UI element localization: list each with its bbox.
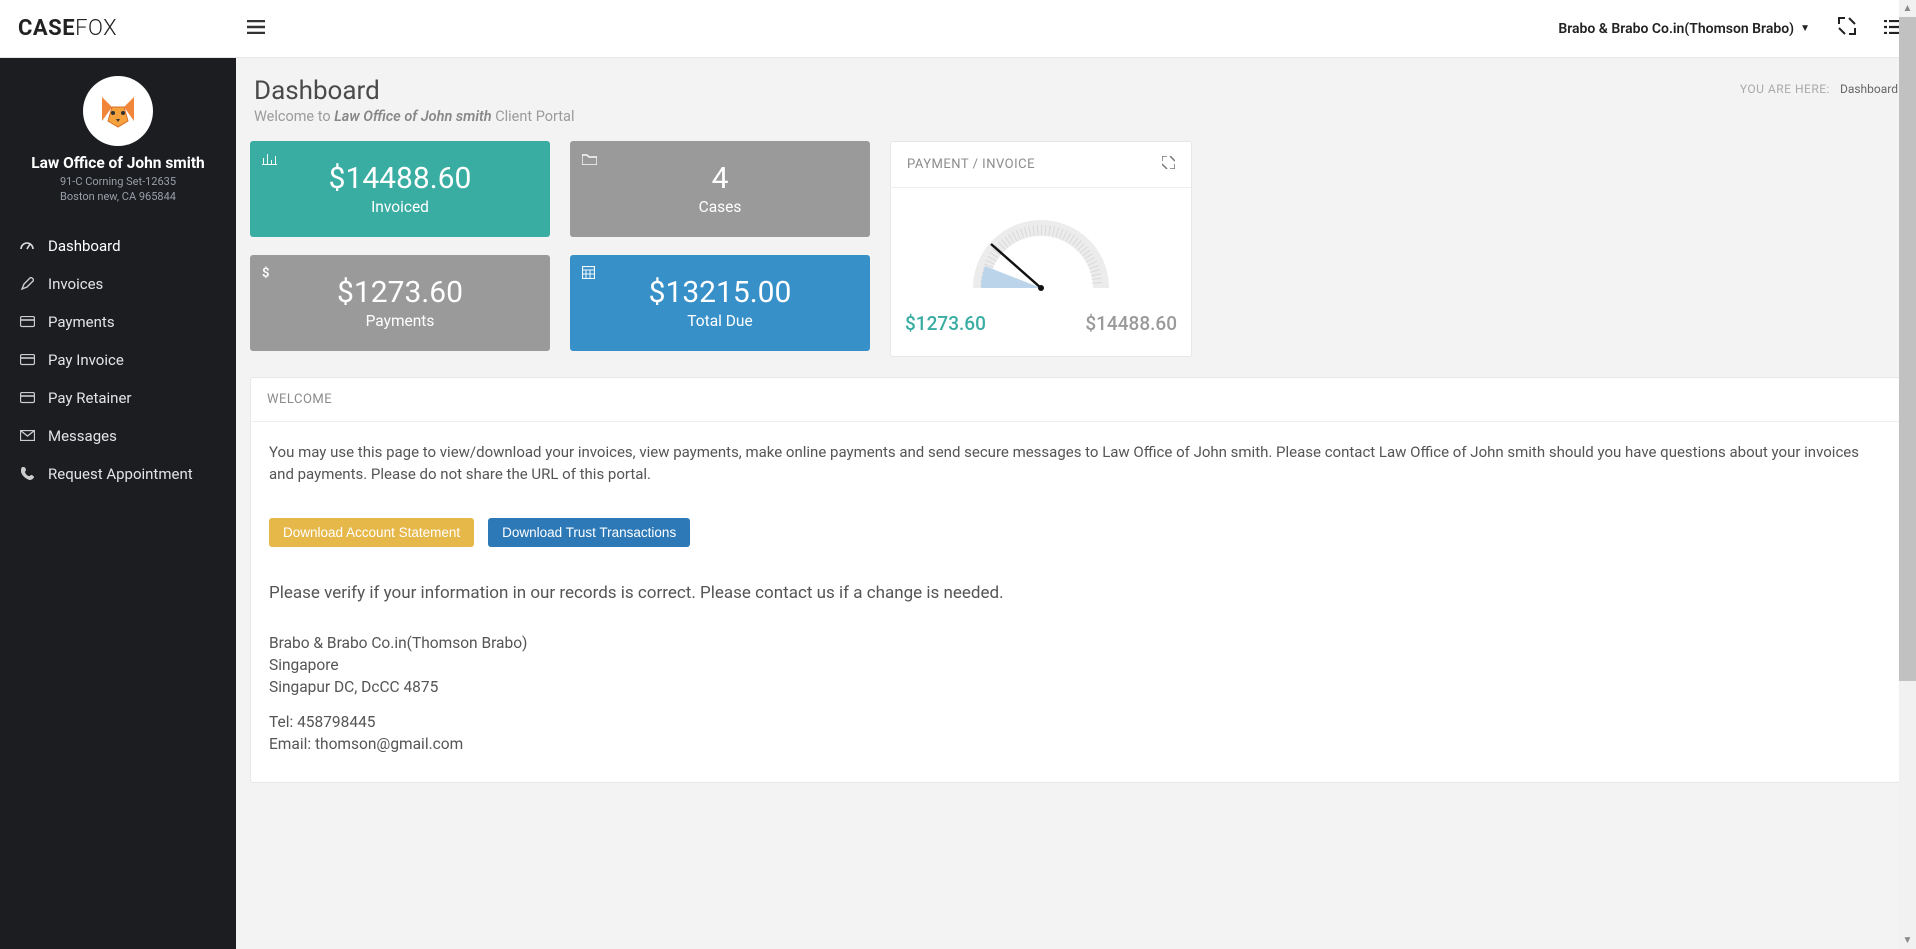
sidebar-item-label: Pay Retainer <box>48 389 131 407</box>
user-label: Brabo & Brabo Co.in(Thomson Brabo) <box>1558 21 1794 37</box>
sidebar-item-pay-invoice[interactable]: Pay Invoice <box>0 341 236 379</box>
stat-payments[interactable]: $ $1273.60 Payments <box>250 255 550 351</box>
subtitle-firm: Law Office of John smith <box>334 108 491 125</box>
sidebar: Law Office of John smith 91-C Corning Se… <box>0 58 236 949</box>
scroll-down-icon[interactable]: ▼ <box>1899 932 1916 949</box>
sidebar-item-label: Payments <box>48 313 115 331</box>
firm-name: Law Office of John smith <box>10 154 226 172</box>
gauge-total-value: $14488.60 <box>1085 312 1177 335</box>
page-subtitle: Welcome to Law Office of John smith Clie… <box>254 108 574 125</box>
sidebar-item-payments[interactable]: Payments <box>0 303 236 341</box>
edit-icon <box>18 277 36 291</box>
envelope-icon <box>18 430 36 441</box>
dollar-icon: $ <box>262 265 271 283</box>
stat-label: Total Due <box>687 312 752 330</box>
folder-icon <box>582 151 597 169</box>
card-icon <box>18 392 36 404</box>
card-icon <box>18 354 36 366</box>
payment-invoice-panel: PAYMENT / INVOICE <box>890 141 1192 357</box>
svg-text:$: $ <box>262 266 269 279</box>
stat-label: Cases <box>699 198 742 216</box>
logo-light: FOX <box>75 16 117 41</box>
stat-value: $1273.60 <box>337 276 463 309</box>
sidebar-item-label: Messages <box>48 427 117 445</box>
subtitle-prefix: Welcome to <box>254 108 334 125</box>
panel-title: WELCOME <box>267 392 332 407</box>
sidebar-nav: Dashboard Invoices Payments Pay Invoice … <box>0 221 236 493</box>
welcome-text: You may use this page to view/download y… <box>269 442 1883 486</box>
stat-cases[interactable]: 4 Cases <box>570 141 870 237</box>
gauge-paid-value: $1273.60 <box>905 312 986 335</box>
breadcrumb-label: YOU ARE HERE: <box>1740 82 1830 96</box>
sidebar-item-dashboard[interactable]: Dashboard <box>0 227 236 265</box>
contact-block: Brabo & Brabo Co.in(Thomson Brabo) Singa… <box>269 633 1883 755</box>
stat-value: 4 <box>712 162 729 195</box>
panel-title: PAYMENT / INVOICE <box>907 157 1035 172</box>
verify-text: Please verify if your information in our… <box>269 581 1883 606</box>
contact-email: Email: thomson@gmail.com <box>269 734 1883 756</box>
sidebar-item-pay-retainer[interactable]: Pay Retainer <box>0 379 236 417</box>
stat-total-due[interactable]: $13215.00 Total Due <box>570 255 870 351</box>
sidebar-item-request-appointment[interactable]: Request Appointment <box>0 455 236 493</box>
stat-value: $14488.60 <box>329 162 472 195</box>
dashboard-icon <box>18 239 36 253</box>
stat-label: Payments <box>366 312 435 330</box>
sidebar-item-label: Pay Invoice <box>48 351 124 369</box>
logo-bold: CASE <box>18 16 75 41</box>
stat-invoiced[interactable]: $14488.60 Invoiced <box>250 141 550 237</box>
sidebar-item-messages[interactable]: Messages <box>0 417 236 455</box>
bar-chart-icon <box>262 151 277 169</box>
calculator-icon <box>582 265 595 283</box>
download-trust-button[interactable]: Download Trust Transactions <box>488 518 690 547</box>
fullscreen-icon[interactable] <box>1838 17 1856 40</box>
stats-row: $14488.60 Invoiced $ $1273.60 Payments 4… <box>250 141 1902 357</box>
firm-address-line1: 91-C Corning Set-12635 <box>10 175 226 190</box>
contact-tel: Tel: 458798445 <box>269 712 1883 734</box>
sidebar-item-invoices[interactable]: Invoices <box>0 265 236 303</box>
contact-region: Singapur DC, DcCC 4875 <box>269 677 1883 699</box>
subtitle-suffix: Client Portal <box>492 108 575 125</box>
profile-block: Law Office of John smith 91-C Corning Se… <box>0 58 236 221</box>
phone-icon <box>18 467 36 480</box>
stat-label: Invoiced <box>371 198 429 216</box>
top-bar: CASEFOX Brabo & Brabo Co.in(Thomson Brab… <box>0 0 1916 58</box>
sidebar-item-label: Invoices <box>48 275 103 293</box>
page-header: Dashboard Welcome to Law Office of John … <box>250 72 1902 141</box>
main-content: Dashboard Welcome to Law Office of John … <box>236 58 1916 949</box>
card-icon <box>18 316 36 328</box>
page-title: Dashboard <box>254 76 574 106</box>
breadcrumb: YOU ARE HERE: Dashboard <box>1740 76 1898 96</box>
gauge-chart <box>961 208 1121 298</box>
user-dropdown[interactable]: Brabo & Brabo Co.in(Thomson Brabo) ▼ <box>1558 21 1810 37</box>
contact-city: Singapore <box>269 655 1883 677</box>
app-logo: CASEFOX <box>0 16 236 41</box>
firm-address-line2: Boston new, CA 965844 <box>10 190 226 205</box>
expand-icon[interactable] <box>1162 156 1175 173</box>
scroll-thumb[interactable] <box>1899 17 1916 681</box>
download-statement-button[interactable]: Download Account Statement <box>269 518 474 547</box>
scrollbar[interactable]: ▲ ▼ <box>1899 0 1916 949</box>
hamburger-menu-icon[interactable] <box>236 18 276 39</box>
sidebar-item-label: Request Appointment <box>48 465 193 483</box>
scroll-up-icon[interactable]: ▲ <box>1899 0 1916 17</box>
contact-name: Brabo & Brabo Co.in(Thomson Brabo) <box>269 633 1883 655</box>
welcome-panel: WELCOME You may use this page to view/do… <box>250 377 1902 783</box>
breadcrumb-current: Dashboard <box>1840 82 1898 96</box>
stat-value: $13215.00 <box>649 276 792 309</box>
sidebar-item-label: Dashboard <box>48 237 121 255</box>
avatar <box>83 76 153 146</box>
chevron-down-icon: ▼ <box>1800 23 1810 34</box>
